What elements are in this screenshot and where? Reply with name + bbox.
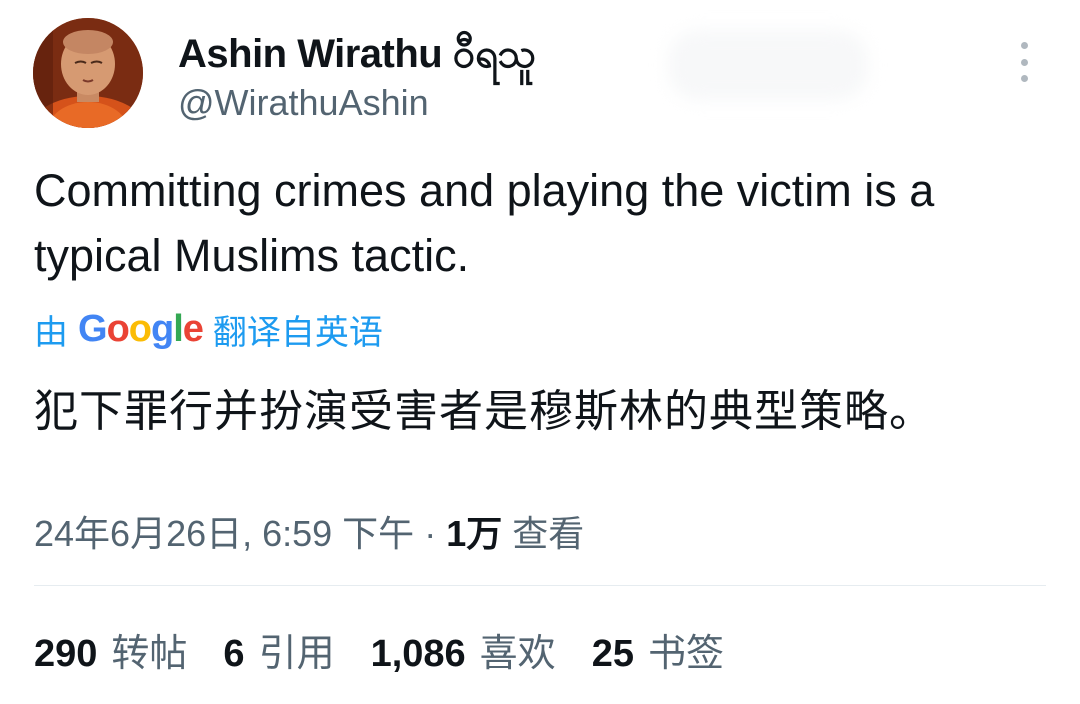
- author-handle[interactable]: @WirathuAshin: [178, 82, 429, 124]
- tweet-card: Ashin Wirathu ဝီရသူ @WirathuAshin Commit…: [0, 0, 1080, 704]
- stat-count: 6: [223, 633, 245, 675]
- views-label: 查看: [512, 513, 585, 554]
- stat-likes[interactable]: 1,086 喜欢: [371, 622, 556, 677]
- blurred-region: [668, 30, 868, 100]
- google-logo: Google: [78, 308, 204, 350]
- stat-label: 书签: [647, 633, 724, 675]
- stat-count: 290: [34, 633, 98, 675]
- tweet-text: Committing crimes and playing the victim…: [34, 165, 935, 281]
- translation-attribution[interactable]: 由 Google 翻译自英语: [34, 305, 383, 354]
- meta-separator: ·: [414, 513, 447, 554]
- stat-count: 25: [591, 633, 634, 675]
- stat-label: 喜欢: [479, 633, 556, 675]
- stat-label: 转帖: [111, 633, 188, 675]
- stat-reposts[interactable]: 290 转帖: [34, 622, 187, 677]
- translation-suffix: 翻译自英语: [212, 314, 383, 352]
- translation-prefix: 由: [34, 314, 68, 352]
- stat-label: 引用: [258, 633, 335, 675]
- views-count: 1万: [446, 513, 503, 554]
- stat-count: 1,086: [370, 633, 466, 675]
- engagement-stats: 290 转帖 6 引用 1,086 喜欢 25 书签: [34, 622, 724, 677]
- tweet-meta: 24年6月26日, 6:59 下午 · 1万 查看: [34, 505, 584, 557]
- stat-quotes[interactable]: 6 引用: [223, 622, 334, 677]
- author-name[interactable]: Ashin Wirathu ဝီရသူ: [178, 28, 536, 87]
- translated-text: 犯下罪行并扮演受害者是穆斯林的典型策略。: [34, 387, 934, 436]
- tweet-timestamp[interactable]: 24年6月26日, 6:59 下午: [34, 513, 414, 554]
- stat-bookmarks[interactable]: 25 书签: [592, 622, 724, 677]
- more-vertical-icon[interactable]: [1010, 42, 1038, 82]
- divider: [34, 585, 1046, 586]
- avatar[interactable]: [33, 18, 143, 128]
